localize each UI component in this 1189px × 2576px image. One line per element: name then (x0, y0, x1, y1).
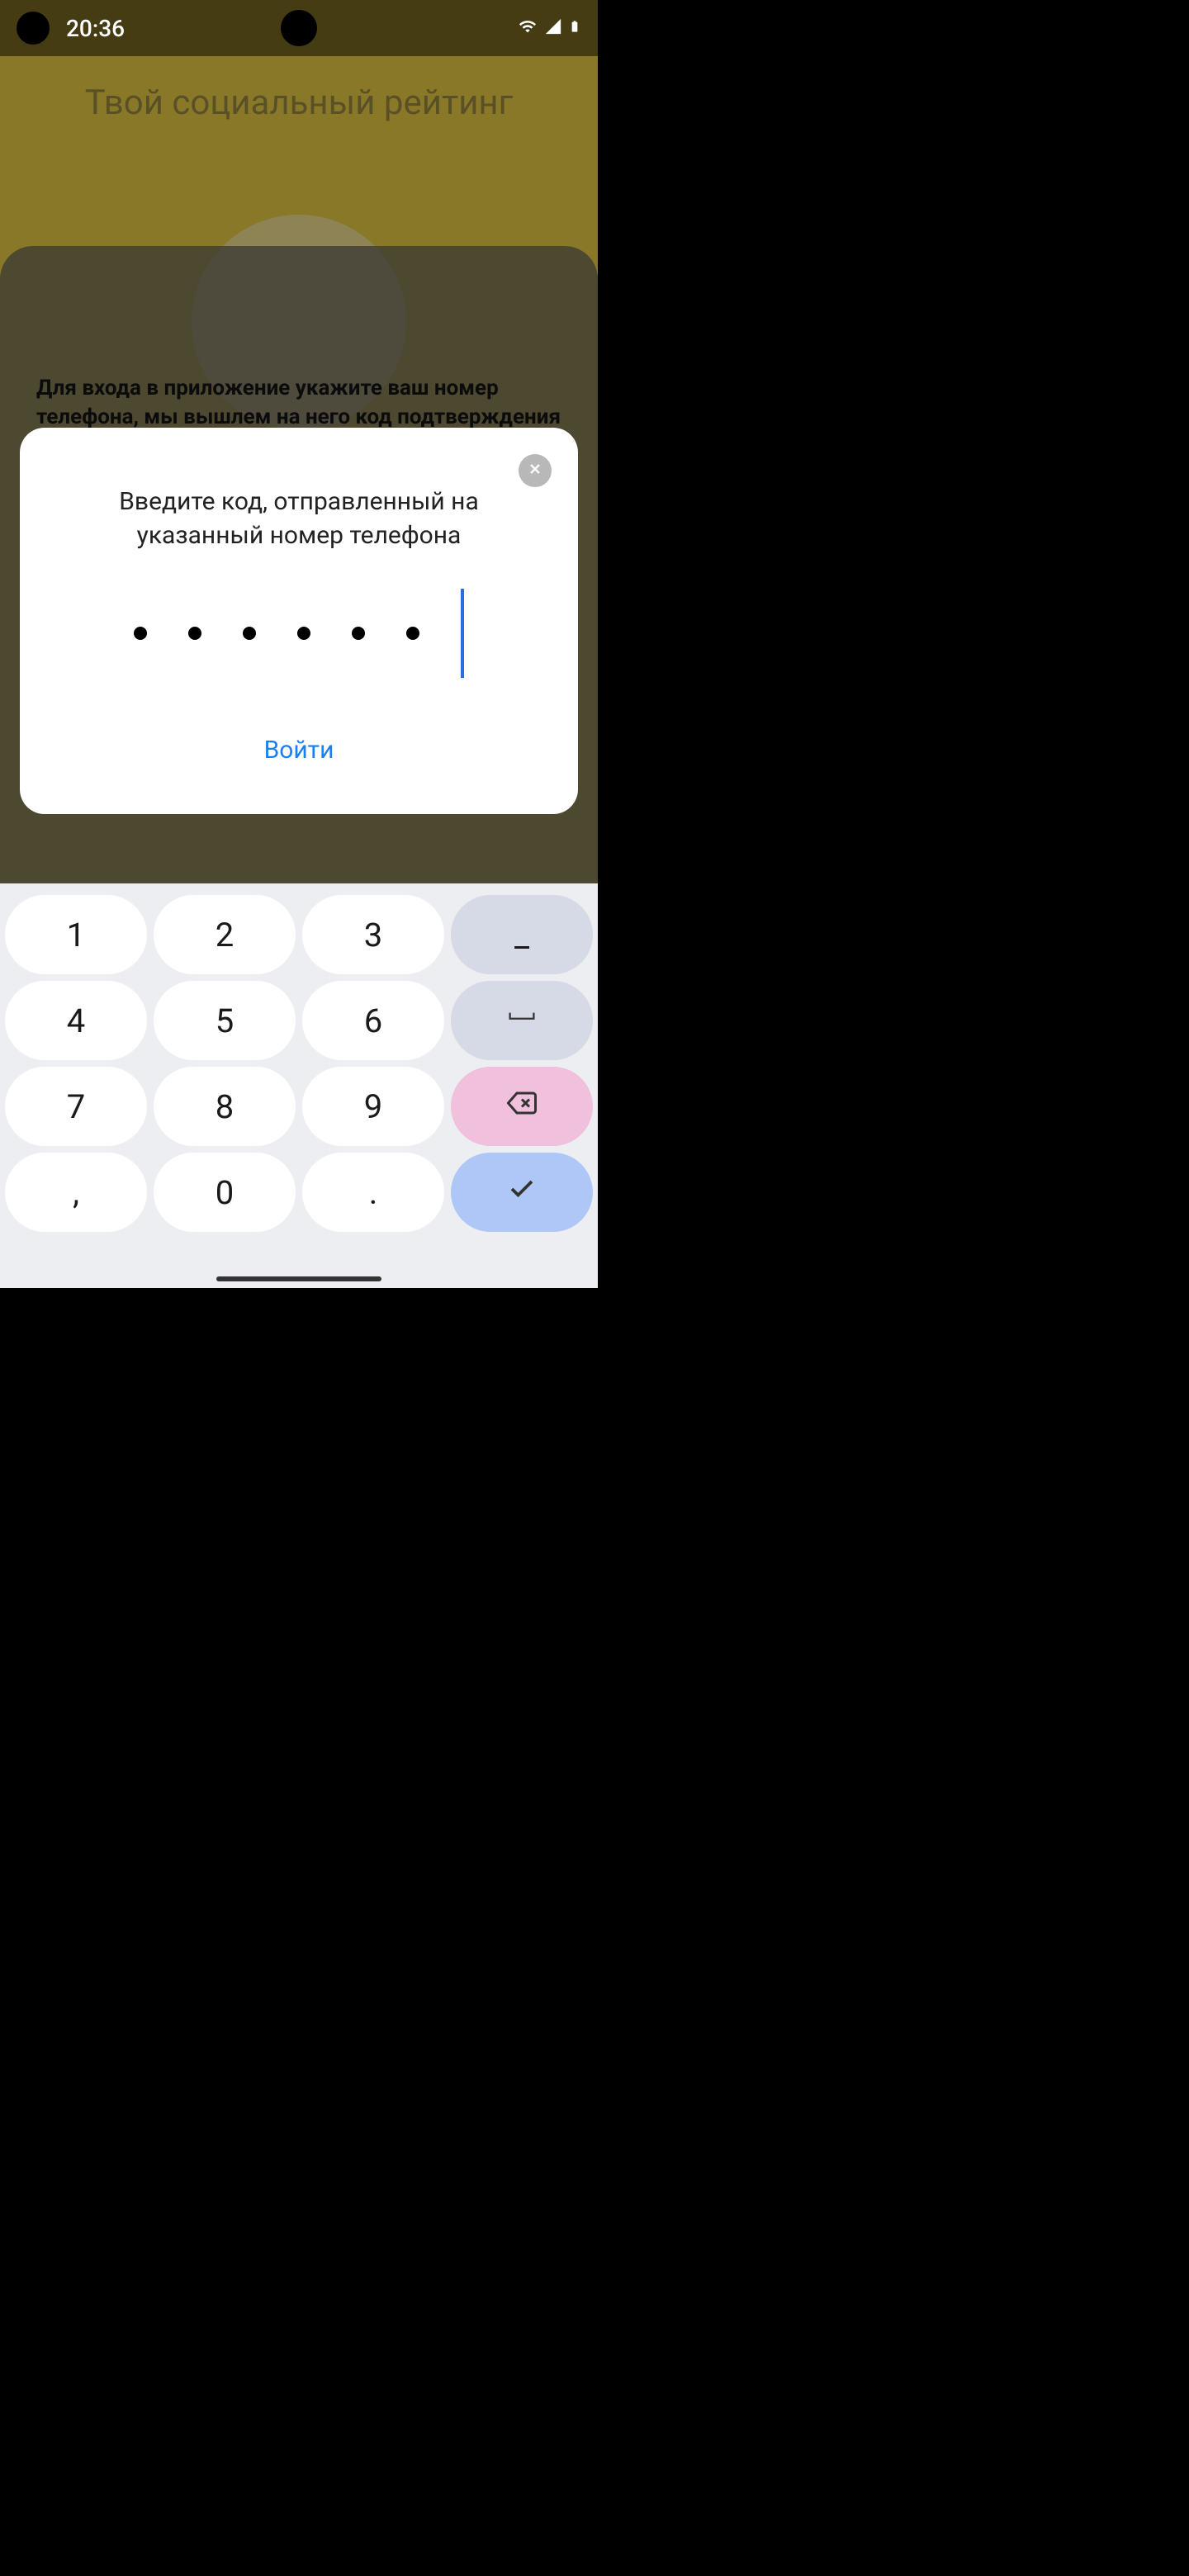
status-bar: 20:36 (0, 0, 598, 56)
modal-title: Введите код, отправленный на указанный н… (53, 485, 545, 552)
space-icon (507, 1002, 537, 1040)
cellular-signal-icon (543, 17, 563, 39)
code-digit-4 (297, 627, 310, 640)
numeric-keyboard: 1 2 3 _ 4 5 6 7 8 9 , 0 . (0, 883, 598, 1288)
code-digit-6 (406, 627, 419, 640)
key-4[interactable]: 4 (5, 981, 147, 1060)
key-5[interactable]: 5 (154, 981, 296, 1060)
key-space[interactable] (451, 981, 593, 1060)
backspace-icon (507, 1087, 537, 1126)
key-9[interactable]: 9 (302, 1067, 444, 1146)
key-enter[interactable] (451, 1153, 593, 1232)
battery-icon (568, 16, 581, 40)
code-cursor (461, 589, 464, 678)
key-6[interactable]: 6 (302, 981, 444, 1060)
status-icons (517, 16, 581, 40)
status-time: 20:36 (66, 15, 125, 42)
checkmark-icon (507, 1173, 537, 1212)
front-camera-cutout (17, 12, 50, 45)
key-dash[interactable]: _ (451, 895, 593, 974)
key-0[interactable]: 0 (154, 1153, 296, 1232)
login-button[interactable]: Войти (53, 736, 545, 765)
key-8[interactable]: 8 (154, 1067, 296, 1146)
hide-keyboard-button[interactable] (30, 1243, 63, 1276)
home-indicator[interactable] (216, 1276, 381, 1281)
key-comma[interactable]: , (5, 1153, 147, 1232)
key-backspace[interactable] (451, 1067, 593, 1146)
close-button[interactable] (519, 454, 552, 487)
switch-keyboard-button[interactable] (535, 1243, 568, 1276)
code-input[interactable] (53, 627, 545, 678)
code-entry-modal: Введите код, отправленный на указанный н… (20, 428, 578, 814)
key-3[interactable]: 3 (302, 895, 444, 974)
code-digit-2 (188, 627, 201, 640)
code-digit-1 (134, 627, 147, 640)
code-digit-5 (352, 627, 365, 640)
front-camera-cutout-center (281, 10, 317, 46)
key-7[interactable]: 7 (5, 1067, 147, 1146)
key-2[interactable]: 2 (154, 895, 296, 974)
key-period[interactable]: . (302, 1153, 444, 1232)
key-1[interactable]: 1 (5, 895, 147, 974)
code-digit-3 (243, 627, 256, 640)
close-icon (527, 461, 543, 481)
wifi-icon (517, 17, 538, 39)
